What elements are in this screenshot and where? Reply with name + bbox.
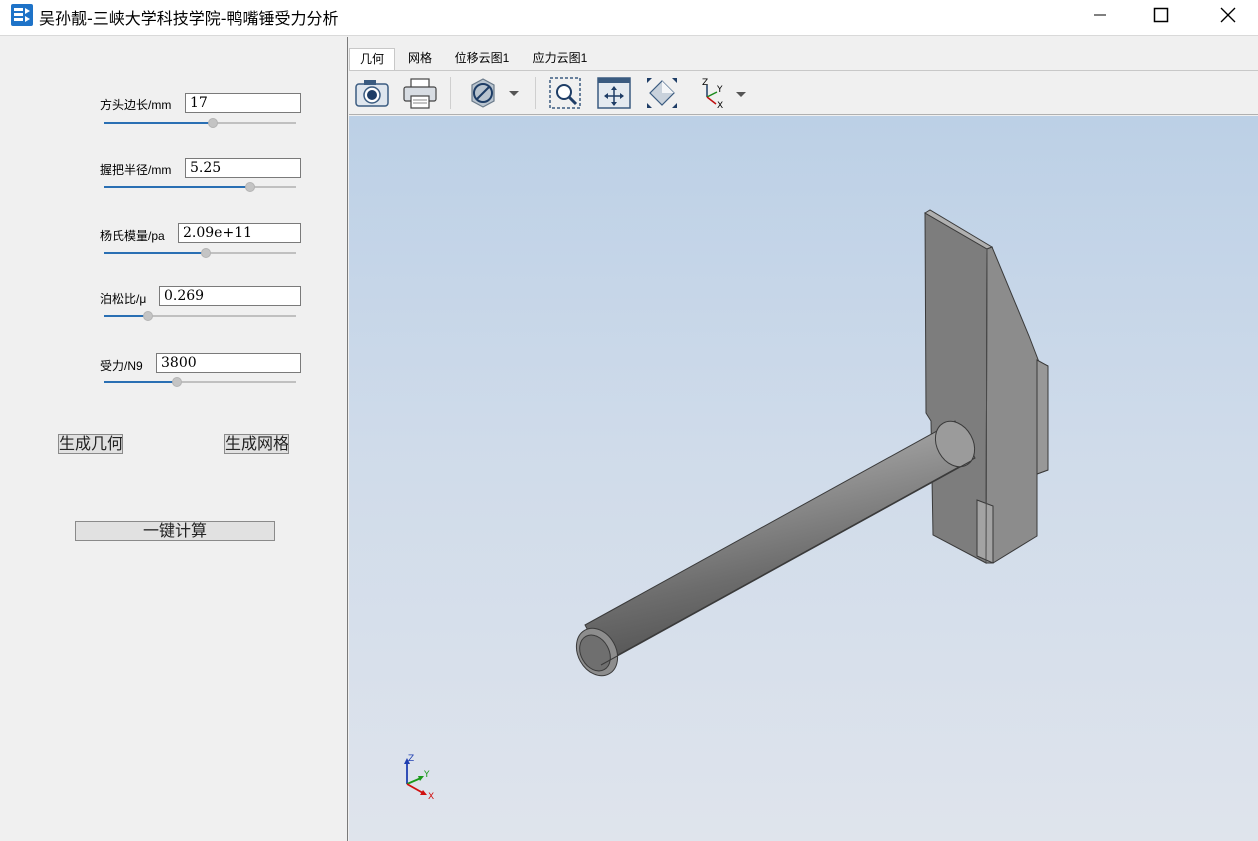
generate-geometry-button[interactable]: 生成几何 <box>58 434 123 454</box>
slider-thumb[interactable] <box>201 248 211 258</box>
param-slider-poisson-ratio[interactable] <box>104 309 298 323</box>
param-input-youngs-modulus[interactable]: 2.09e+11 <box>178 223 301 243</box>
zoom-box-button[interactable] <box>547 75 585 111</box>
param-label-youngs-modulus: 杨氏模量/pa <box>100 229 165 243</box>
slider-thumb[interactable] <box>172 377 182 387</box>
param-slider-force[interactable] <box>104 375 298 389</box>
hammer-handle <box>575 420 976 677</box>
view-tab-bar: 几何 网格 位移云图1 应力云图1 <box>349 37 1258 70</box>
fit-all-button[interactable] <box>595 75 633 111</box>
param-slider-handle-radius[interactable] <box>104 180 298 194</box>
maximize-icon <box>1153 7 1169 23</box>
slider-thumb[interactable] <box>143 311 153 321</box>
param-label-handle-radius: 握把半径/mm <box>100 163 172 177</box>
tab-displacement-contour[interactable]: 位移云图1 <box>447 48 517 70</box>
axis-orientation-icon: Z Y X <box>702 78 746 111</box>
parameter-panel: 方头边长/mm 17 握把半径/mm 5.25 杨氏模量/pa 2.09e+11… <box>0 37 348 841</box>
param-label-head-side: 方头边长/mm <box>100 98 172 112</box>
isometric-view-icon <box>647 78 677 108</box>
viewer-toolbar: Z Y X <box>349 70 1258 115</box>
print-icon <box>403 78 437 109</box>
print-button[interactable] <box>401 75 439 111</box>
slider-fill <box>104 315 148 317</box>
generate-mesh-button[interactable]: 生成网格 <box>224 434 289 454</box>
slider-thumb[interactable] <box>245 182 255 192</box>
tab-mesh[interactable]: 网格 <box>397 48 443 70</box>
param-input-handle-radius[interactable]: 5.25 <box>185 158 301 178</box>
axis-orientation-button[interactable]: Z Y X <box>693 75 753 111</box>
title-bar: 吴孙靓-三峡大学科技学院-鸭嘴锤受力分析 <box>0 0 1258 36</box>
slider-fill <box>104 122 213 124</box>
axis-triad: Z Y X <box>404 754 434 802</box>
toolbar-separator <box>450 77 451 109</box>
hammer-model[interactable] <box>349 116 1258 841</box>
slider-fill <box>104 186 250 188</box>
param-slider-youngs-modulus[interactable] <box>104 246 298 260</box>
minimize-button[interactable] <box>1070 0 1130 30</box>
zoom-box-icon <box>549 77 581 109</box>
param-label-force: 受力/N9 <box>100 359 143 373</box>
svg-text:Z: Z <box>702 78 708 88</box>
tab-geometry[interactable]: 几何 <box>349 48 395 70</box>
maximize-button[interactable] <box>1131 0 1191 30</box>
svg-text:Y: Y <box>716 85 723 95</box>
screenshot-button[interactable] <box>353 75 391 111</box>
tab-stress-contour[interactable]: 应力云图1 <box>525 48 595 70</box>
triad-y-label: Y <box>423 770 430 780</box>
close-icon <box>1220 7 1236 23</box>
app-window: 吴孙靓-三峡大学科技学院-鸭嘴锤受力分析 方头边长/mm 17 握把半径/mm … <box>0 0 1258 841</box>
svg-text:X: X <box>717 101 723 111</box>
fit-all-icon <box>597 77 631 109</box>
close-button[interactable] <box>1198 0 1258 30</box>
window-title: 吴孙靓-三峡大学科技学院-鸭嘴锤受力分析 <box>39 9 339 28</box>
slider-fill <box>104 252 206 254</box>
hammer-head <box>924 209 1049 564</box>
param-input-head-side[interactable]: 17 <box>185 93 301 113</box>
param-input-poisson-ratio[interactable]: 0.269 <box>159 286 301 306</box>
toolbar-separator <box>535 77 536 109</box>
clip-plane-button[interactable] <box>463 75 523 111</box>
slider-fill <box>104 381 177 383</box>
isometric-view-button[interactable] <box>643 75 681 111</box>
clip-plane-icon <box>471 78 519 108</box>
camera-icon <box>355 80 389 107</box>
app-logo-icon <box>10 3 34 27</box>
slider-thumb[interactable] <box>208 118 218 128</box>
compute-button[interactable]: 一键计算 <box>75 521 275 541</box>
param-slider-head-side[interactable] <box>104 116 298 130</box>
param-label-poisson-ratio: 泊松比/μ <box>100 292 147 306</box>
triad-x-label: X <box>428 792 434 802</box>
3d-viewport[interactable]: Z Y X <box>349 116 1258 841</box>
param-input-force[interactable]: 3800 <box>156 353 301 373</box>
minimize-icon <box>1094 14 1106 16</box>
triad-z-label: Z <box>408 754 414 764</box>
